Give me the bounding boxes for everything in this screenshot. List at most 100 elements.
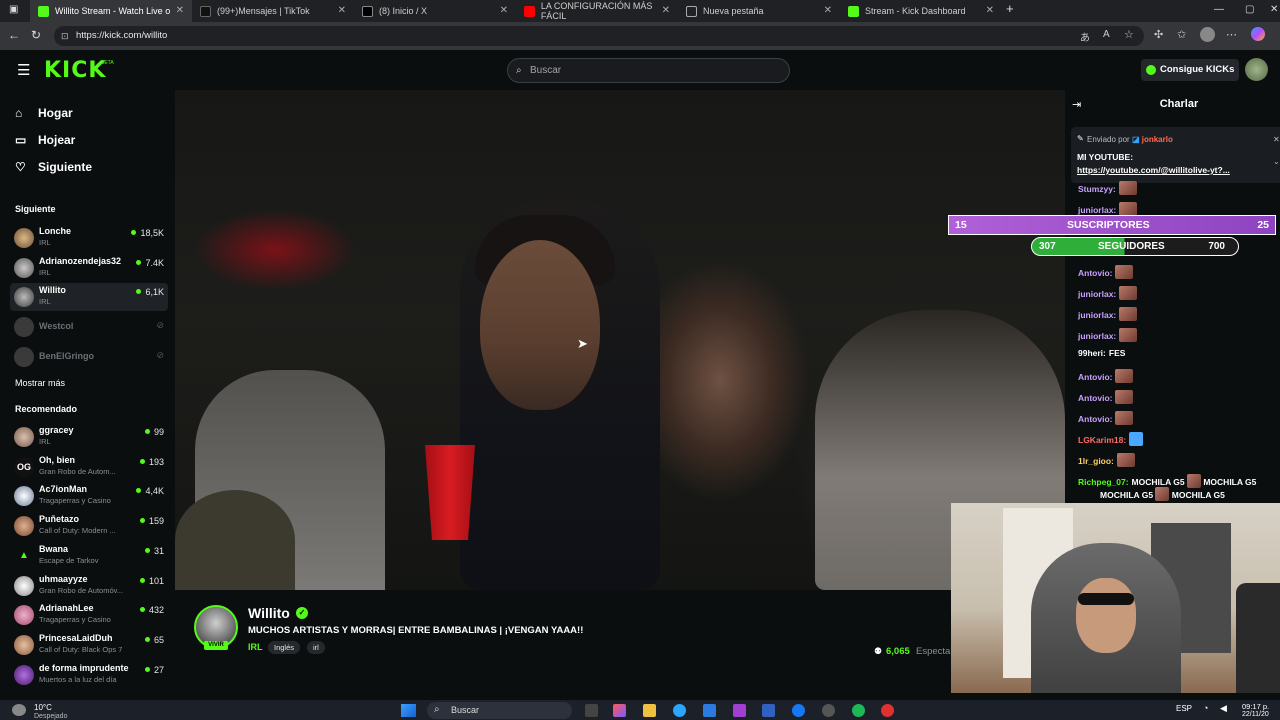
channel-item[interactable]: OG Oh, bien Gran Robo de Autom... 193 bbox=[10, 453, 168, 481]
clock-time[interactable]: 09:17 p. bbox=[1242, 702, 1269, 711]
close-icon[interactable]: ✕ bbox=[500, 5, 508, 16]
weather-desc: Despejado bbox=[34, 713, 68, 720]
language-indicator[interactable]: ESP bbox=[1176, 704, 1192, 713]
channel-name: PrincesaLaidDuh bbox=[39, 633, 113, 643]
avatar bbox=[14, 516, 34, 536]
search-input[interactable]: ⌕ Buscar bbox=[507, 58, 790, 83]
channel-name: Ac7ionMan bbox=[39, 484, 88, 494]
close-icon[interactable]: ✕ bbox=[176, 5, 184, 16]
url-field[interactable]: ⊡ https://kick.com/willito bbox=[54, 26, 1144, 46]
channel-item[interactable]: Adrianozendejas32 IRL 7.4K bbox=[10, 254, 168, 282]
wifi-icon[interactable]: ◔ bbox=[1203, 703, 1208, 713]
channel-item[interactable]: Lonche IRL 18,5K bbox=[10, 224, 168, 252]
stream-tag[interactable]: irl bbox=[307, 641, 325, 654]
beta-badge: BETA bbox=[101, 60, 114, 66]
translate-icon[interactable]: あ bbox=[1080, 29, 1090, 44]
mail-icon[interactable] bbox=[762, 704, 775, 717]
stream-category[interactable]: IRL bbox=[248, 642, 263, 652]
stream-tag[interactable]: Inglés bbox=[268, 641, 301, 654]
taskbar-search[interactable]: ⌕ Buscar bbox=[427, 702, 572, 719]
copilot-icon[interactable] bbox=[1251, 27, 1265, 41]
pinned-link[interactable]: https://youtube.com/@willitolive-yt?... bbox=[1077, 165, 1230, 175]
stream-info: VIVIR Willito ✓ MUCHOS ARTISTAS Y MORRAS… bbox=[175, 590, 1065, 696]
channel-item-offline[interactable]: Westcol ⊘ bbox=[10, 313, 168, 341]
menu-icon[interactable]: ☰ bbox=[17, 61, 30, 79]
nav-browse[interactable]: ▭ Hojear bbox=[15, 133, 75, 147]
chat-message: 99heri: FES bbox=[1078, 348, 1126, 358]
read-aloud-icon[interactable]: A bbox=[1103, 29, 1110, 40]
channel-item-active[interactable]: Willito IRL 6,1K bbox=[10, 283, 168, 311]
close-icon[interactable]: ✕ bbox=[338, 5, 346, 16]
collections-icon[interactable]: ✩ bbox=[1177, 28, 1186, 41]
obs-icon[interactable] bbox=[822, 704, 835, 717]
tab-title: LA CONFIGURACIÓN MÁS FÁCIL bbox=[540, 1, 653, 21]
pin-icon: ✎ bbox=[1077, 134, 1084, 143]
tab-willito[interactable]: Willito Stream - Watch Live o ✕ bbox=[30, 0, 192, 22]
channel-item[interactable]: ▲ Bwana Escape de Tarkov 31 bbox=[10, 542, 168, 570]
close-window-icon[interactable]: ✕ bbox=[1270, 4, 1278, 15]
avatar bbox=[14, 665, 34, 685]
nav-following[interactable]: ♡ Siguiente bbox=[15, 160, 92, 174]
start-icon[interactable] bbox=[401, 704, 416, 717]
copilot-icon[interactable] bbox=[613, 704, 626, 717]
tab-kick-dashboard[interactable]: Stream - Kick Dashboard ✕ bbox=[840, 0, 1002, 22]
close-icon[interactable]: ✕ bbox=[662, 5, 670, 16]
tab-actions-icon[interactable]: ▣ bbox=[9, 4, 18, 15]
file-explorer-icon[interactable] bbox=[643, 704, 656, 717]
url-text: https://kick.com/willito bbox=[76, 30, 168, 41]
profile-avatar[interactable] bbox=[1200, 27, 1215, 42]
streamer-name[interactable]: Willito bbox=[248, 605, 290, 621]
tab-tiktok[interactable]: (99+)Mensajes | TikTok ✕ bbox=[192, 0, 354, 22]
tab-x[interactable]: (8) Inicio / X ✕ bbox=[354, 0, 516, 22]
edge-icon[interactable] bbox=[673, 704, 686, 717]
channel-item[interactable]: Ac7ionMan Tragaperras y Casino 4,4K bbox=[10, 482, 168, 510]
avatar bbox=[14, 347, 34, 367]
chevron-down-icon[interactable]: ⌄ bbox=[1273, 157, 1280, 166]
task-view-icon[interactable] bbox=[585, 704, 598, 717]
channel-item[interactable]: de forma imprudente Muertos a la luz del… bbox=[10, 661, 168, 689]
pinned-by-user[interactable]: jonkarlo bbox=[1142, 135, 1173, 144]
facebook-icon[interactable] bbox=[792, 704, 805, 717]
video-player[interactable]: ➤ bbox=[175, 90, 1065, 590]
extensions-icon[interactable]: ✣ bbox=[1154, 28, 1163, 41]
app-icon[interactable] bbox=[733, 704, 746, 717]
live-badge: VIVIR bbox=[204, 641, 228, 650]
channel-item-offline[interactable]: BenElGringo ⊘ bbox=[10, 343, 168, 371]
unpin-icon[interactable]: ✕ bbox=[1273, 135, 1280, 144]
new-tab-icon[interactable]: + bbox=[1006, 1, 1014, 16]
tab-youtube[interactable]: LA CONFIGURACIÓN MÁS FÁCIL ✕ bbox=[516, 0, 678, 22]
channel-item[interactable]: PrincesaLaidDuh Call of Duty: Black Ops … bbox=[10, 631, 168, 659]
taskbar-search-label: Buscar bbox=[451, 705, 480, 715]
clock-date[interactable]: 22/11/20 bbox=[1242, 711, 1269, 718]
volume-icon[interactable]: ◀ bbox=[1220, 703, 1227, 714]
spotify-icon[interactable] bbox=[852, 704, 865, 717]
avatar: ▲ bbox=[14, 546, 34, 566]
app-icon[interactable] bbox=[881, 704, 894, 717]
channel-item[interactable]: Puñetazo Call of Duty: Modern ... 159 bbox=[10, 512, 168, 540]
back-icon[interactable]: ← bbox=[8, 28, 20, 42]
store-icon[interactable] bbox=[703, 704, 716, 717]
maximize-icon[interactable]: ▢ bbox=[1245, 4, 1254, 15]
channel-item[interactable]: ggracey IRL 99 bbox=[10, 423, 168, 451]
reload-icon[interactable]: ↻ bbox=[31, 28, 41, 42]
user-avatar[interactable] bbox=[1245, 58, 1268, 81]
get-kicks-button[interactable]: Consigue KICKs bbox=[1141, 59, 1239, 81]
browser-tab-bar: Willito Stream - Watch Live o ✕ (99+)Men… bbox=[0, 0, 1280, 22]
channel-item[interactable]: AdrianahLee Tragaperras y Casino 432 bbox=[10, 601, 168, 629]
weather-icon[interactable] bbox=[12, 704, 26, 716]
recommended-section-title: Recomendado bbox=[15, 404, 78, 414]
more-icon[interactable]: ⋯ bbox=[1226, 28, 1237, 41]
channel-item[interactable]: uhmaayyze Gran Robo de Automóv... 101 bbox=[10, 572, 168, 600]
kick-logo[interactable]: KICK bbox=[44, 58, 106, 83]
close-icon[interactable]: ✕ bbox=[986, 5, 994, 16]
minimize-icon[interactable]: — bbox=[1214, 4, 1224, 15]
follow-current: 307 bbox=[1039, 241, 1056, 252]
favorite-icon[interactable]: ☆ bbox=[1124, 28, 1134, 41]
show-more-link[interactable]: Mostrar más bbox=[15, 378, 65, 388]
chat-message: Stumzyy: bbox=[1078, 181, 1137, 195]
close-icon[interactable]: ✕ bbox=[824, 5, 832, 16]
chat-message: juniorlax: bbox=[1078, 286, 1138, 300]
tab-new[interactable]: Nueva pestaña ✕ bbox=[678, 0, 840, 22]
nav-home[interactable]: ⌂ Hogar bbox=[15, 106, 73, 120]
subs-goal: 25 bbox=[1257, 219, 1269, 231]
